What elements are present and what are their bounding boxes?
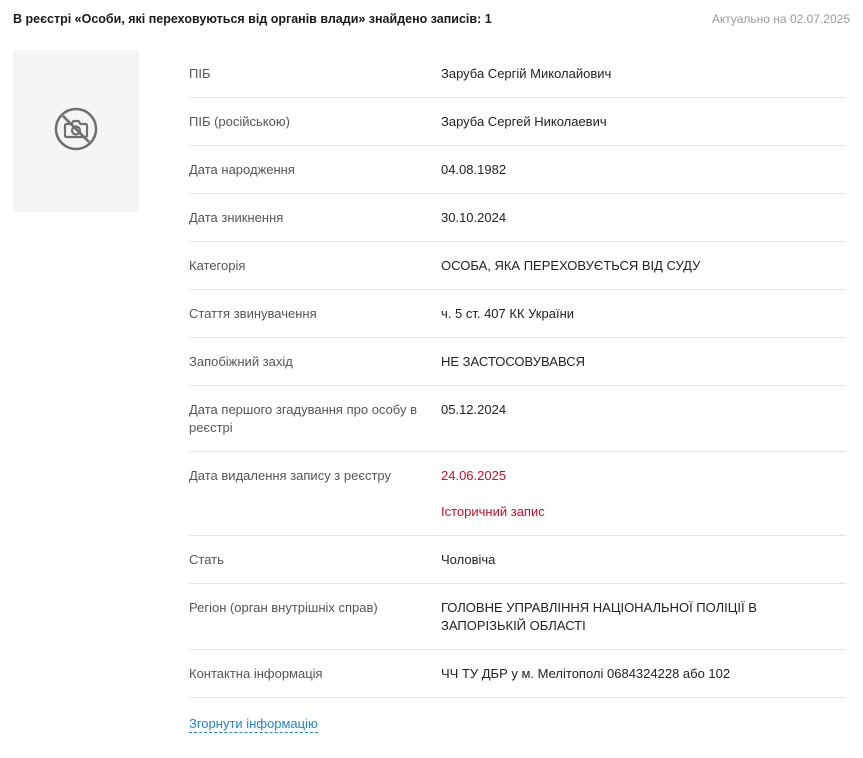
row-value: Заруба Сергей Николаевич — [441, 114, 607, 129]
row-value: Заруба Сергій Миколайович — [441, 66, 612, 81]
row-label: Регіон (орган внутрішніх справ) — [189, 600, 378, 615]
row-disappearance-date: Дата зникнення 30.10.2024 — [189, 194, 846, 242]
row-value: ОСОБА, ЯКА ПЕРЕХОВУЄТЬСЯ ВІД СУДУ — [441, 258, 701, 273]
row-gender: Стать Чоловіча — [189, 536, 846, 584]
row-value: Чоловіча — [441, 552, 496, 567]
results-header: В реєстрі «Особи, які переховуються від … — [13, 11, 850, 27]
row-label: ПІБ — [189, 66, 211, 81]
historical-record-note: Історичний запис — [441, 504, 545, 519]
row-label: Дата зникнення — [189, 210, 284, 225]
row-label: Дата народження — [189, 162, 295, 177]
row-label: Категорія — [189, 258, 246, 273]
row-value-group: 24.06.2025 Історичний запис — [441, 467, 846, 521]
row-contact-info: Контактна інформація ЧЧ ТУ ДБР у м. Мелі… — [189, 650, 846, 698]
row-value: ЧЧ ТУ ДБР у м. Мелітополі 0684324228 або… — [441, 666, 731, 681]
row-value: 30.10.2024 — [441, 210, 507, 225]
row-value: 04.08.1982 — [441, 162, 507, 177]
row-label: ПІБ (російською) — [189, 114, 290, 129]
person-details: ПІБ Заруба Сергій Миколайович ПІБ (росій… — [189, 50, 846, 733]
row-value: ГОЛОВНЕ УПРАВЛІННЯ НАЦІОНАЛЬНОЇ ПОЛІЦІЇ … — [441, 600, 757, 633]
row-value: 05.12.2024 — [441, 402, 507, 417]
actual-date: Актуально на 02.07.2025 — [711, 12, 850, 26]
row-charge-article: Стаття звинувачення ч. 5 ст. 407 КК Укра… — [189, 290, 846, 338]
results-title: В реєстрі «Особи, які переховуються від … — [13, 12, 492, 26]
row-category: Категорія ОСОБА, ЯКА ПЕРЕХОВУЄТЬСЯ ВІД С… — [189, 242, 846, 290]
row-full-name: ПІБ Заруба Сергій Миколайович — [189, 50, 846, 98]
row-label: Дата першого згадування про особу в реєс… — [189, 402, 417, 435]
photo-placeholder — [13, 50, 139, 212]
removal-date-value: 24.06.2025 — [441, 468, 507, 483]
row-first-mention-date: Дата першого згадування про особу в реєс… — [189, 386, 846, 452]
row-label: Стаття звинувачення — [189, 306, 317, 321]
row-label: Дата видалення запису з реєстру — [189, 468, 392, 483]
row-preventive-measure: Запобіжний захід НЕ ЗАСТОСОВУВАВСЯ — [189, 338, 846, 386]
row-removal-date: Дата видалення запису з реєстру 24.06.20… — [189, 452, 846, 536]
row-birth-date: Дата народження 04.08.1982 — [189, 146, 846, 194]
no-photo-icon — [54, 107, 98, 150]
collapse-info-link[interactable]: Згорнути інформацію — [189, 716, 318, 733]
row-value: НЕ ЗАСТОСОВУВАВСЯ — [441, 354, 585, 369]
row-full-name-russian: ПІБ (російською) Заруба Сергей Николаеви… — [189, 98, 846, 146]
row-label: Стать — [189, 552, 224, 567]
row-label: Запобіжний захід — [189, 354, 293, 369]
row-region: Регіон (орган внутрішніх справ) ГОЛОВНЕ … — [189, 584, 846, 650]
row-label: Контактна інформація — [189, 666, 323, 681]
row-value: ч. 5 ст. 407 КК України — [441, 306, 575, 321]
